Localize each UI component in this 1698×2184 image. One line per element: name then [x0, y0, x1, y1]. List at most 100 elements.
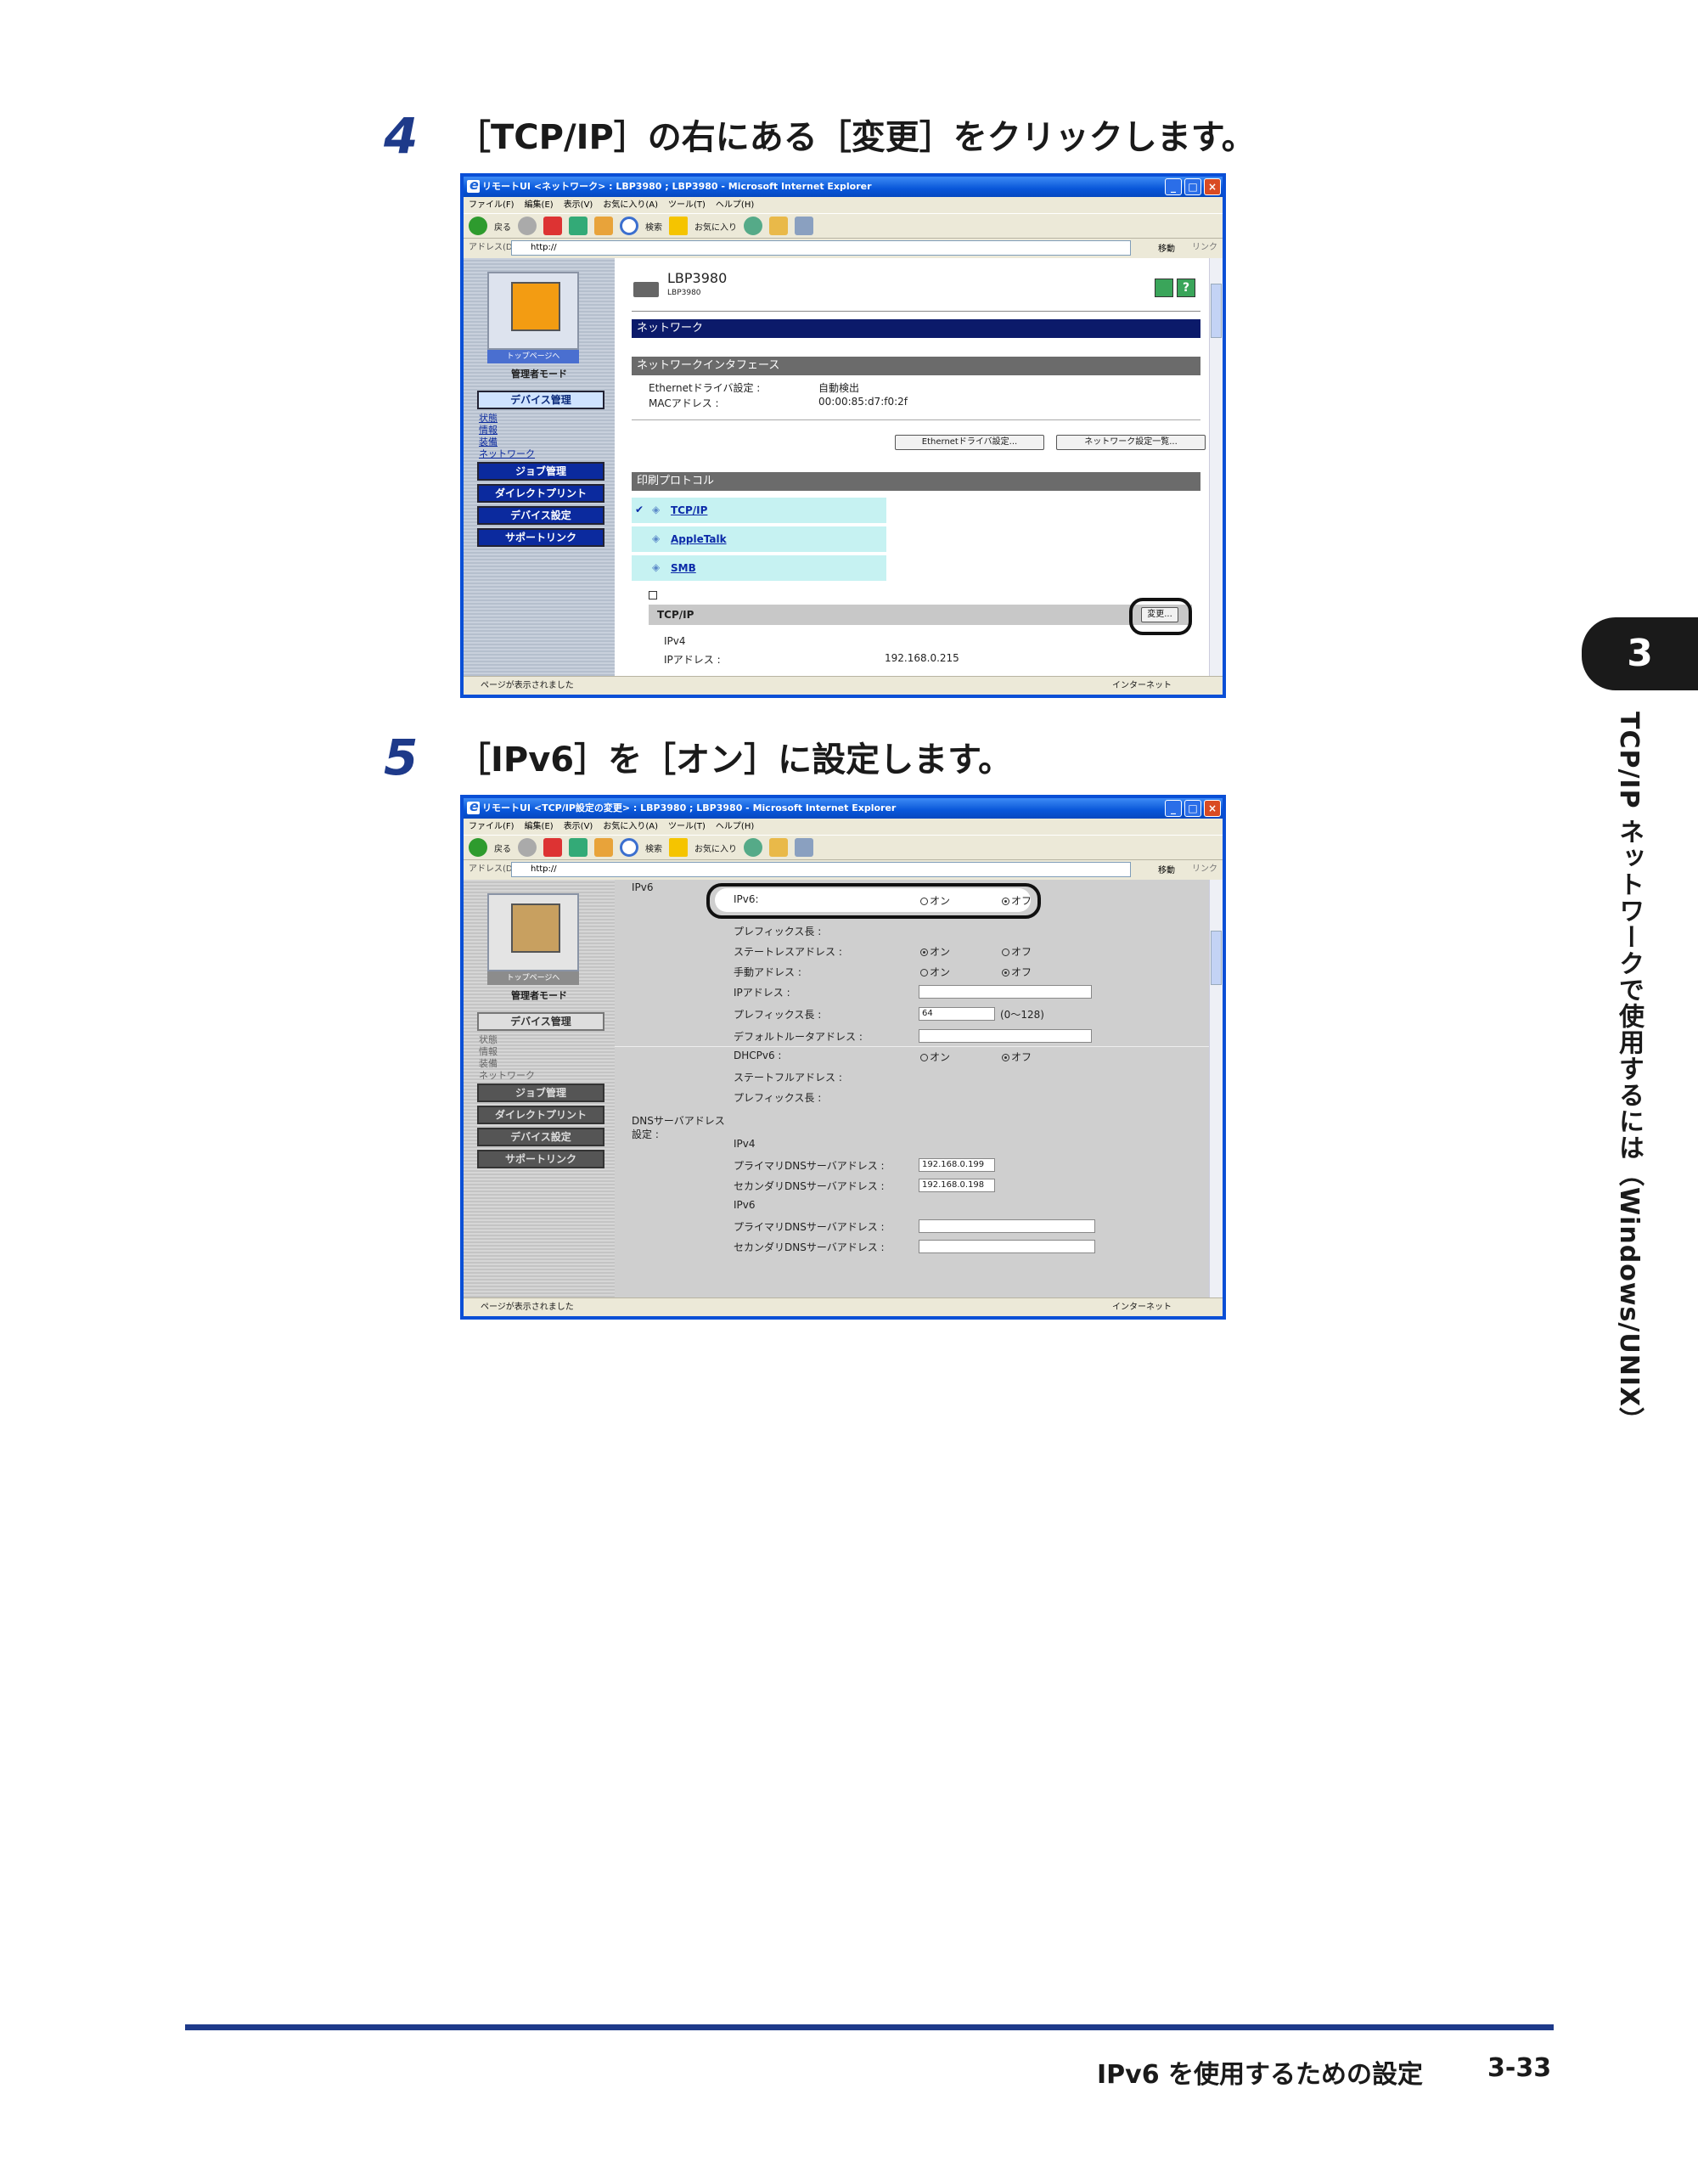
support-link-button[interactable]: サポートリンク [477, 528, 604, 547]
primary-dns6-input[interactable] [919, 1219, 1095, 1233]
dhcpv6-off-radio[interactable]: オフ [1002, 1050, 1032, 1064]
direct-print-button[interactable]: ダイレクトプリント [477, 484, 604, 503]
sub-link-status[interactable]: 状態 [479, 413, 498, 425]
dhcpv6-on-radio[interactable]: オン [920, 1050, 950, 1064]
ip-address-input[interactable] [919, 985, 1092, 999]
menu-favorites[interactable]: お気に入り(A) [603, 822, 658, 831]
ipv6-on-radio[interactable]: オン [920, 893, 950, 908]
search-icon[interactable] [620, 838, 638, 857]
close-button[interactable]: × [1204, 800, 1221, 817]
sub-link-network[interactable]: ネットワーク [479, 448, 535, 460]
favorites-icon[interactable] [669, 217, 688, 235]
menu-tools[interactable]: ツール(T) [668, 200, 706, 210]
back-icon[interactable] [469, 838, 487, 857]
smb-link[interactable]: SMB [671, 562, 696, 574]
history-icon[interactable] [744, 838, 762, 857]
menu-file[interactable]: ファイル(F) [469, 200, 514, 210]
remote-ui-logo[interactable] [487, 893, 579, 971]
home-icon[interactable] [594, 838, 613, 857]
favorites-label[interactable]: お気に入り [694, 220, 737, 233]
device-settings-button[interactable]: デバイス設定 [477, 506, 604, 525]
search-icon[interactable] [620, 217, 638, 235]
network-list-button[interactable]: ネットワーク設定一覧... [1056, 435, 1206, 450]
stateless-on-radio[interactable]: オン [920, 944, 950, 959]
search-label[interactable]: 検索 [645, 842, 662, 854]
ipv6-off-radio[interactable]: オフ [1002, 893, 1032, 908]
history-icon[interactable] [744, 217, 762, 235]
links-label[interactable]: リンク [1192, 239, 1217, 257]
protocol-row-appletalk[interactable] [632, 526, 886, 552]
ethernet-settings-button[interactable]: Ethernetドライバ設定... [895, 435, 1044, 450]
menu-favorites[interactable]: お気に入り(A) [603, 200, 658, 210]
refresh-icon[interactable] [569, 217, 588, 235]
device-management-button[interactable]: デバイス管理 [477, 391, 604, 409]
scroll-thumb[interactable] [1211, 931, 1222, 985]
stateless-off-radio[interactable]: オフ [1002, 944, 1032, 959]
job-management-button[interactable]: ジョブ管理 [477, 462, 604, 481]
secondary-dns6-input[interactable] [919, 1240, 1095, 1253]
forward-icon[interactable] [518, 217, 537, 235]
prefix-length-input[interactable]: 64 [919, 1007, 995, 1021]
refresh-page-icon[interactable] [1155, 279, 1173, 297]
menu-view[interactable]: 表示(V) [564, 822, 593, 831]
collapse-icon[interactable] [649, 591, 657, 599]
stop-icon[interactable] [543, 838, 562, 857]
appletalk-link[interactable]: AppleTalk [671, 533, 727, 545]
manual-off-radio[interactable]: オフ [1002, 965, 1032, 979]
top-page-button[interactable]: トップページへ [487, 971, 579, 985]
forward-icon[interactable] [518, 838, 537, 857]
protocol-row-smb[interactable] [632, 555, 886, 581]
menu-help[interactable]: ヘルプ(H) [716, 200, 754, 210]
remote-ui-logo[interactable] [487, 272, 579, 350]
search-label[interactable]: 検索 [645, 220, 662, 233]
menu-view[interactable]: 表示(V) [564, 200, 593, 210]
address-input[interactable]: http:// [511, 240, 1131, 256]
favorites-label[interactable]: お気に入り [694, 842, 737, 854]
links-label[interactable]: リンク [1192, 860, 1217, 879]
device-settings-button[interactable]: デバイス設定 [477, 1128, 604, 1146]
sub-link-features[interactable]: 装備 [479, 436, 498, 448]
scroll-thumb[interactable] [1211, 284, 1222, 338]
close-button[interactable]: × [1204, 178, 1221, 195]
print-icon[interactable] [795, 217, 813, 235]
vertical-scrollbar[interactable] [1209, 258, 1223, 676]
support-link-button[interactable]: サポートリンク [477, 1150, 604, 1168]
mail-icon[interactable] [769, 217, 788, 235]
go-button[interactable]: 移動 [1158, 862, 1175, 881]
sub-link-info[interactable]: 情報 [479, 1046, 498, 1058]
secondary-dns-input[interactable]: 192.168.0.198 [919, 1179, 995, 1192]
menu-edit[interactable]: 編集(E) [525, 200, 554, 210]
menu-tools[interactable]: ツール(T) [668, 822, 706, 831]
minimize-button[interactable]: _ [1165, 800, 1182, 817]
refresh-icon[interactable] [569, 838, 588, 857]
help-icon[interactable]: ? [1177, 279, 1195, 297]
home-icon[interactable] [594, 217, 613, 235]
protocol-row-tcpip[interactable] [632, 498, 886, 523]
back-label[interactable]: 戻る [494, 220, 511, 233]
sub-link-info[interactable]: 情報 [479, 425, 498, 436]
tcpip-link[interactable]: TCP/IP [671, 504, 707, 516]
menu-file[interactable]: ファイル(F) [469, 822, 514, 831]
sub-link-network[interactable]: ネットワーク [479, 1070, 535, 1082]
print-icon[interactable] [795, 838, 813, 857]
default-router-input[interactable] [919, 1029, 1092, 1043]
mail-icon[interactable] [769, 838, 788, 857]
top-page-button[interactable]: トップページへ [487, 350, 579, 363]
vertical-scrollbar[interactable] [1209, 880, 1223, 1297]
maximize-button[interactable]: □ [1184, 178, 1201, 195]
minimize-button[interactable]: _ [1165, 178, 1182, 195]
job-management-button[interactable]: ジョブ管理 [477, 1084, 604, 1102]
go-button[interactable]: 移動 [1158, 240, 1175, 259]
sub-link-status[interactable]: 状態 [479, 1034, 498, 1046]
direct-print-button[interactable]: ダイレクトプリント [477, 1106, 604, 1124]
favorites-icon[interactable] [669, 838, 688, 857]
address-input[interactable]: http:// [511, 862, 1131, 877]
menu-edit[interactable]: 編集(E) [525, 822, 554, 831]
maximize-button[interactable]: □ [1184, 800, 1201, 817]
primary-dns-input[interactable]: 192.168.0.199 [919, 1158, 995, 1172]
back-icon[interactable] [469, 217, 487, 235]
back-label[interactable]: 戻る [494, 842, 511, 854]
manual-on-radio[interactable]: オン [920, 965, 950, 979]
stop-icon[interactable] [543, 217, 562, 235]
menu-help[interactable]: ヘルプ(H) [716, 822, 754, 831]
